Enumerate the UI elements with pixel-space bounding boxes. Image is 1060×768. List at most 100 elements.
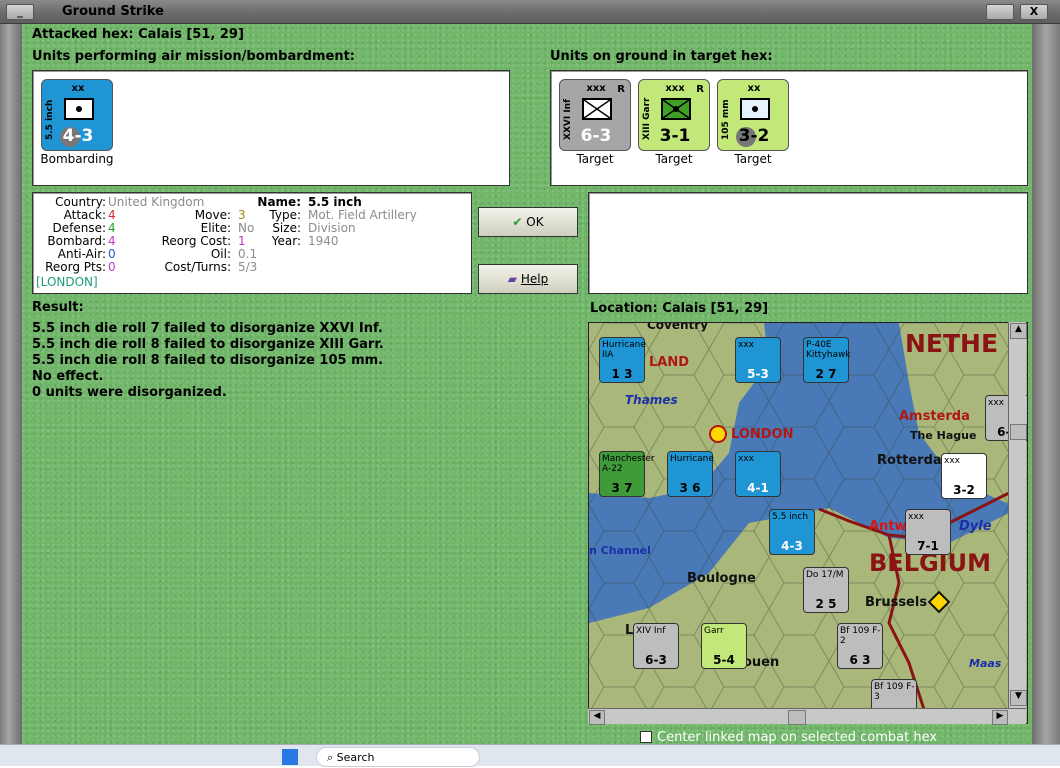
scroll-left-icon[interactable]: ◀ <box>589 710 605 725</box>
reorg-pts-value: 0 <box>108 260 116 274</box>
ok-label: OK <box>526 215 544 229</box>
garrison-symbol-icon <box>661 98 691 120</box>
counter-text: P-40E Kittyhawk <box>806 340 851 360</box>
reorg-cost-value: 1 <box>238 234 246 248</box>
counter-stat: 6 3 <box>849 653 871 667</box>
close-button[interactable]: X <box>1020 4 1048 20</box>
oil-label: Oil: <box>210 247 231 261</box>
ground-unit-counter-2[interactable]: xx 105 mm 3-2 <box>717 79 789 151</box>
bombard-value: 4 <box>108 234 116 248</box>
ok-button[interactable]: ✔ OK <box>478 207 578 237</box>
map-counter-garr-54[interactable]: Garr 5-4 <box>701 623 747 669</box>
attack-value: 4 <box>108 208 116 222</box>
type-label: Type: <box>269 208 301 222</box>
counter-stat: 5-3 <box>747 367 769 381</box>
map-counter-ger-71[interactable]: xxx 7-1 <box>905 509 951 555</box>
unit-status: Bombarding <box>40 152 114 166</box>
ground-unit-counter-0[interactable]: xxx R XXVI Inf 6-3 <box>559 79 631 151</box>
map-counter-manchester[interactable]: Manchester A-22 3 7 <box>599 451 655 497</box>
scroll-up-icon[interactable]: ▲ <box>1010 323 1027 339</box>
horizontal-scroll-thumb[interactable] <box>788 710 806 725</box>
map-label-amsterdam: Amsterda <box>899 409 970 424</box>
scroll-right-icon[interactable]: ▶ <box>992 710 1008 725</box>
map-label-thames: Thames <box>625 393 678 407</box>
counter-stat: 3-2 <box>953 483 975 497</box>
map-label-rotterdam: Rotterda <box>877 453 942 468</box>
map-counter-art-43[interactable]: 5.5 inch 4-3 <box>769 509 815 555</box>
map-counter-ger-63[interactable]: XIV Inf 6-3 <box>633 623 679 669</box>
center-linked-checkbox[interactable] <box>640 731 652 743</box>
counter-text: Bf 109 F-3 <box>874 682 915 702</box>
year-label: Year: <box>271 234 301 248</box>
map-horizontal-scrollbar[interactable]: ◀ ▶ <box>588 708 1026 725</box>
attack-label: Attack: <box>63 208 106 222</box>
map-counter-ger-32[interactable]: xxx 3-2 <box>941 453 987 499</box>
unit-stat: 3-2 <box>738 126 770 146</box>
counter-text: xxx <box>738 454 754 464</box>
type-value: Mot. Field Artillery <box>308 208 417 222</box>
counter-stat: 4-1 <box>747 481 769 495</box>
counter-text: Manchester A-22 <box>602 454 655 474</box>
result-line: 5.5 inch die roll 7 failed to disorganiz… <box>32 321 383 336</box>
result-line: No effect. <box>32 369 104 384</box>
map-label-coventry: Coventry <box>647 322 709 332</box>
restore-button[interactable] <box>986 4 1014 20</box>
attacked-hex-label: Attacked hex: Calais [51, 29] <box>32 27 244 42</box>
map-label-antwerp: Antw <box>869 519 907 534</box>
windows-start-icon[interactable] <box>282 749 298 765</box>
counter-stat: 3 6 <box>679 481 701 495</box>
unit-info-panel: Country: United Kingdom Attack: 4 Defens… <box>32 192 472 294</box>
system-menu-button[interactable]: _ <box>6 4 34 20</box>
map-counter-bf109-1[interactable]: Bf 109 F-2 6 3 <box>837 623 883 669</box>
defense-value: 4 <box>108 221 116 235</box>
map-counter-do17[interactable]: Do 17/M 2 5 <box>803 567 849 613</box>
map-counter-hurricane-2[interactable]: Hurricane 3 6 <box>667 451 714 497</box>
map-label-rouen: ouen <box>743 655 780 670</box>
antiair-value: 0 <box>108 247 116 261</box>
taskbar-search[interactable]: ⌕ Search <box>316 747 480 767</box>
checkmark-icon: ✔ <box>512 215 523 229</box>
map-view[interactable]: Coventry LAND Thames LONDON NETHE Amster… <box>588 322 1028 724</box>
vertical-scroll-thumb[interactable] <box>1010 424 1027 440</box>
map-counter-inf-41[interactable]: xxx 4-1 <box>735 451 781 497</box>
artillery-symbol-icon <box>740 98 770 120</box>
unit-flag: R <box>696 84 704 95</box>
counter-text: 5.5 inch <box>772 512 809 522</box>
counter-text: xxx <box>908 512 924 522</box>
map-label-maas: Maas <box>969 657 1002 670</box>
counter-text: xxx <box>738 340 754 350</box>
ground-unit-counter-1[interactable]: xxx R XIII Garr 3-1 <box>638 79 710 151</box>
taskbar-search-label: Search <box>336 751 375 764</box>
counter-stat: 6-3 <box>645 653 667 667</box>
search-icon: ⌕ <box>327 751 334 764</box>
cost-turns-value: 5/3 <box>238 260 258 274</box>
ground-units-box: xxx R XXVI Inf 6-3 Target xxx R XIII Gar… <box>550 70 1028 186</box>
artillery-symbol-icon <box>64 98 94 120</box>
unit-stat: 3-1 <box>659 126 691 146</box>
map-counter-inf-53[interactable]: xxx 5-3 <box>735 337 781 383</box>
defense-label: Defense: <box>52 221 106 235</box>
counter-text: xxx <box>988 398 1004 408</box>
map-vertical-scrollbar[interactable]: ▲ ▼ <box>1008 322 1027 708</box>
counter-text: Garr <box>704 626 724 636</box>
counter-text: Bf 109 F-2 <box>840 626 881 646</box>
unit-status: Target <box>734 152 772 166</box>
counter-text: xxx <box>944 456 960 466</box>
counter-stat: 2 5 <box>815 597 837 611</box>
scroll-down-icon[interactable]: ▼ <box>1010 690 1027 706</box>
cost-turns-label: Cost/Turns: <box>164 260 231 274</box>
year-value: 1940 <box>308 234 339 248</box>
air-unit-counter[interactable]: xx 5.5 inch 4-3 <box>41 79 113 151</box>
elite-label: Elite: <box>200 221 231 235</box>
taskbar: ⌕ Search <box>0 744 1060 767</box>
name-label: Name: <box>257 195 301 209</box>
result-line: 5.5 inch die roll 8 failed to disorganiz… <box>32 337 384 352</box>
map-counter-p40[interactable]: P-40E Kittyhawk 2 7 <box>803 337 851 383</box>
result-line: 0 units were disorganized. <box>32 385 227 400</box>
air-units-heading: Units performing air mission/bombardment… <box>32 49 356 64</box>
secondary-info-panel <box>588 192 1028 294</box>
country-label: Country: <box>55 195 106 209</box>
help-button[interactable]: ▰ Help <box>478 264 578 294</box>
counter-text: XIV Inf <box>636 626 666 636</box>
map-counter-hurricane-1[interactable]: Hurricane IIA 1 3 <box>599 337 646 383</box>
